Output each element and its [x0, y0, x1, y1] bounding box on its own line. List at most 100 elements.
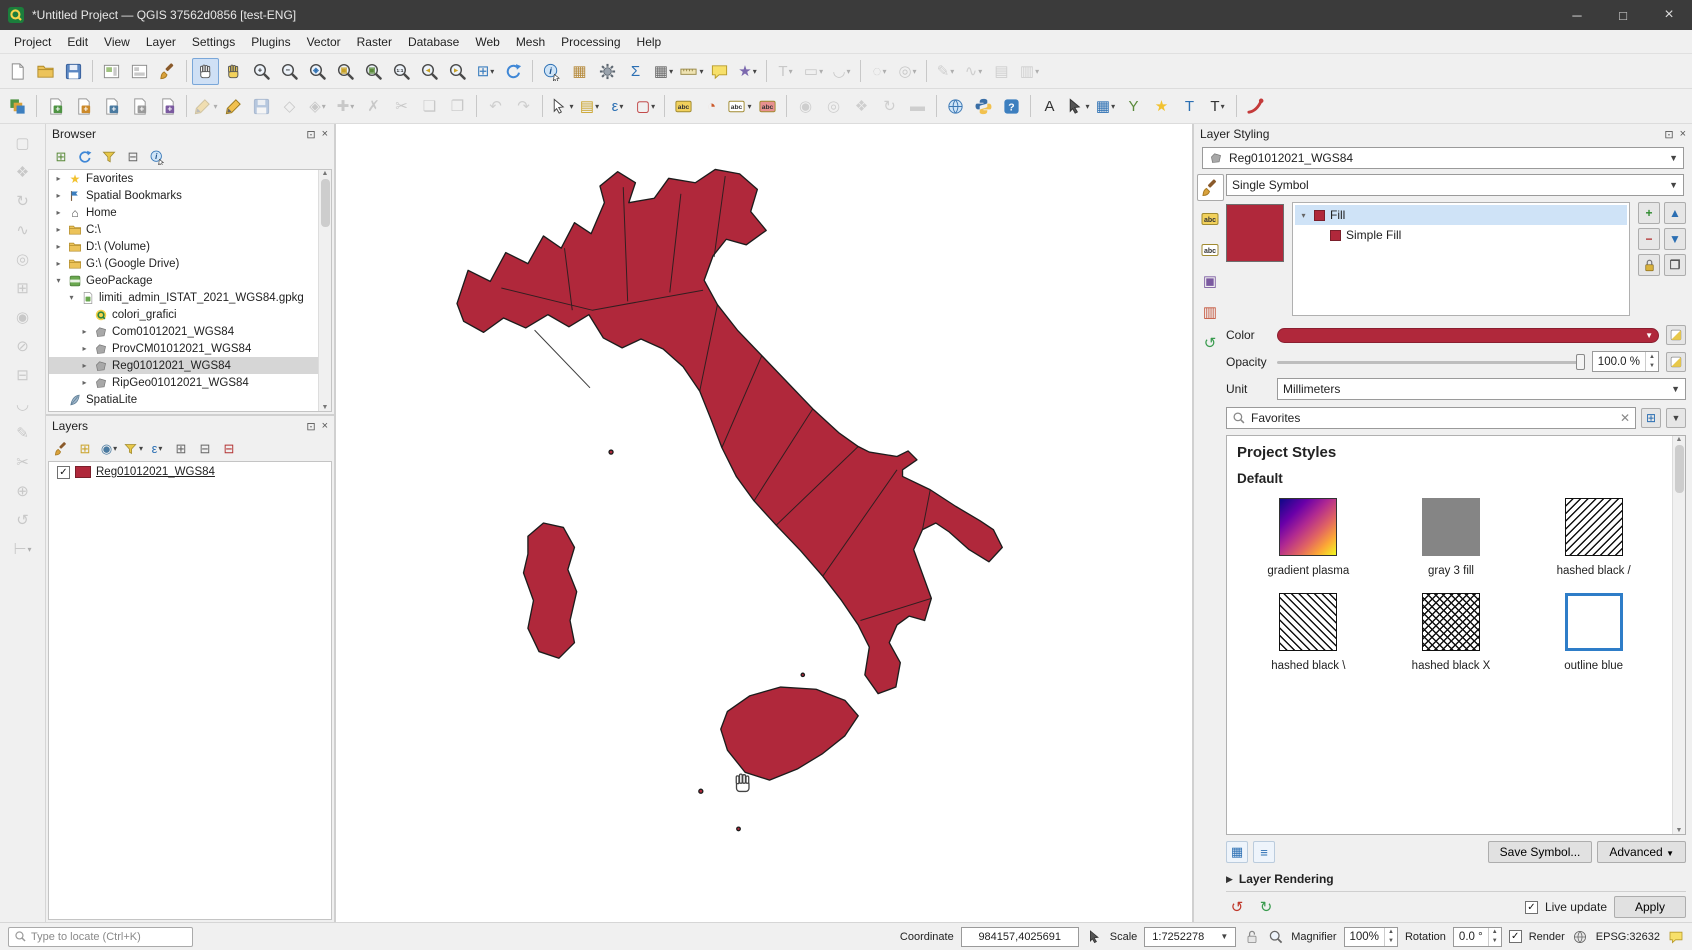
expander-right-icon[interactable]: ▸ [53, 242, 64, 251]
identify-features[interactable]: i [538, 58, 565, 85]
expander-down-icon[interactable]: ▾ [53, 276, 64, 285]
symbol-tree-item-simple-fill[interactable]: Simple Fill [1295, 225, 1627, 245]
menu-raster[interactable]: Raster [349, 32, 400, 52]
float-panel-icon[interactable]: ⊡ [306, 420, 315, 433]
measure[interactable]: ▾ [678, 58, 705, 85]
delete-selected[interactable]: ✗ [360, 93, 387, 120]
minimize-button[interactable]: ─ [1554, 0, 1600, 30]
scroll-down-icon[interactable]: ▼ [1676, 827, 1683, 834]
project-open[interactable] [32, 58, 59, 85]
add-text[interactable]: T [1176, 93, 1203, 120]
spin-up-icon[interactable]: ▲ [1646, 352, 1658, 362]
vertex-editor[interactable]: ✎▾ [932, 58, 959, 85]
text-annotation[interactable]: T▾ [772, 58, 799, 85]
refresh-map[interactable] [500, 58, 527, 85]
advanced-button[interactable]: Advanced ▼ [1597, 841, 1686, 863]
clear-search-icon[interactable]: ✕ [1620, 411, 1630, 425]
pin-unpin-labels[interactable]: ◉ [792, 93, 819, 120]
menu-vector[interactable]: Vector [299, 32, 349, 52]
expander-right-icon[interactable]: ▸ [53, 174, 64, 183]
layer-diagram-options[interactable]: ◔ [698, 93, 725, 120]
slider-handle[interactable] [1576, 354, 1585, 370]
zoom-to-selection[interactable]: ▣ [332, 58, 359, 85]
add-polygon-feature[interactable]: ◇ [276, 93, 303, 120]
reshape-features[interactable]: ✎ [9, 420, 36, 447]
apply-button[interactable]: Apply [1614, 896, 1686, 918]
style-gradient-plasma[interactable]: gradient plasma [1267, 498, 1349, 577]
data-defined-override-button[interactable] [1666, 325, 1686, 345]
list-view-toggle[interactable]: ≡ [1253, 841, 1275, 863]
expander-down-icon[interactable]: ▾ [1298, 211, 1309, 220]
offset-curve[interactable]: ◡ [9, 391, 36, 418]
new-shapefile-layer[interactable]: + [70, 93, 97, 120]
layer-labeling-options[interactable]: abc [670, 93, 697, 120]
project-save[interactable] [60, 58, 87, 85]
browser-item-provcm01012021-wgs84[interactable]: ▸ProvCM01012021_WGS84 [49, 340, 331, 357]
cut-features[interactable]: ✂ [388, 93, 415, 120]
scrollbar-thumb[interactable] [1675, 445, 1684, 493]
show-hide-labels[interactable]: ◎ [820, 93, 847, 120]
data-defined-override-button[interactable] [1666, 352, 1686, 372]
new-virtual-layer[interactable]: + [154, 93, 181, 120]
duplicate-symbol-layer[interactable]: ❐ [1664, 254, 1686, 276]
style-gray-3-fill[interactable]: gray 3 fill [1422, 498, 1480, 577]
scroll-up-icon[interactable]: ▲ [322, 170, 329, 177]
vertex-tool[interactable]: ◈▾ [304, 93, 331, 120]
browser-item-spatialite[interactable]: SpatiaLite [49, 391, 331, 408]
lock-symbol-color[interactable] [1638, 254, 1660, 276]
move-symbol-layer-down[interactable]: ▼ [1664, 228, 1686, 250]
save-style-button[interactable]: ⊞ [1641, 408, 1661, 428]
pin-labels[interactable]: ◌▾ [866, 58, 893, 85]
menu-plugins[interactable]: Plugins [243, 32, 298, 52]
delete-ring[interactable]: ⊘ [9, 333, 36, 360]
deselect-all[interactable]: ▢▾ [632, 93, 659, 120]
expander-right-icon[interactable]: ▸ [53, 208, 64, 217]
toggle-extents-icon[interactable] [1086, 928, 1103, 945]
python-console[interactable] [970, 93, 997, 120]
simplify-feature[interactable]: ∿ [9, 217, 36, 244]
new-bookmark[interactable]: ★▾ [734, 58, 761, 85]
move-tool[interactable]: ❖ [9, 159, 36, 186]
toggle-editing[interactable] [220, 93, 247, 120]
change-label-properties[interactable]: ▬ [904, 93, 931, 120]
expander-right-icon[interactable]: ▸ [79, 361, 90, 370]
paste-features[interactable]: ❐ [444, 93, 471, 120]
browser-item-com01012021-wgs84[interactable]: ▸Com01012021_WGS84 [49, 323, 331, 340]
spin-down-icon[interactable]: ▼ [1646, 362, 1658, 372]
menu-edit[interactable]: Edit [59, 32, 96, 52]
select-features[interactable]: ▾ [548, 93, 575, 120]
spin-up-icon[interactable]: ▲ [1489, 928, 1501, 937]
text-format[interactable]: T▾ [1204, 93, 1231, 120]
spin-up-icon[interactable]: ▲ [1385, 928, 1397, 937]
spin-down-icon[interactable]: ▼ [1385, 937, 1397, 946]
zoom-native-resolution[interactable]: 1:1 [388, 58, 415, 85]
crs-globe-icon[interactable] [1572, 928, 1589, 945]
menu-layer[interactable]: Layer [138, 32, 184, 52]
browser-item-home[interactable]: ▸⌂Home [49, 204, 331, 221]
zoom-full-extent[interactable]: ◈ [304, 58, 331, 85]
svg-annotation[interactable]: ◡▾ [828, 58, 855, 85]
menu-help[interactable]: Help [629, 32, 670, 52]
scale-combo[interactable]: 1:7252278 ▼ [1144, 927, 1236, 947]
tab-masks[interactable]: abc [1197, 236, 1224, 263]
undo-style-button[interactable]: ↺ [1226, 896, 1248, 918]
style-manager[interactable] [154, 58, 181, 85]
icon-view-toggle[interactable]: ▦ [1226, 841, 1248, 863]
render-checkbox[interactable]: ✓ [1509, 930, 1522, 943]
copy-features[interactable]: ❏ [416, 93, 443, 120]
rotate-label[interactable]: ↻ [876, 93, 903, 120]
add-symbol-layer[interactable]: + [1638, 202, 1660, 224]
field-calculator[interactable]: ▦ [566, 58, 593, 85]
zoom-next[interactable]: ▸ [444, 58, 471, 85]
spin-down-icon[interactable]: ▼ [1489, 937, 1501, 946]
expander-right-icon[interactable]: ▸ [79, 344, 90, 353]
style-search-input[interactable]: Favorites ✕ [1226, 407, 1636, 429]
pan-map[interactable] [192, 58, 219, 85]
run-feature-action[interactable] [594, 58, 621, 85]
zoom-to-layer[interactable]: ▣ [360, 58, 387, 85]
add-ring[interactable]: ◎ [9, 246, 36, 273]
magnifier-spinbox[interactable]: 100% ▲▼ [1344, 927, 1398, 947]
help-contents[interactable]: ? [998, 93, 1025, 120]
move-label[interactable]: ▤ [988, 58, 1015, 85]
expander-down-icon[interactable]: ▾ [66, 293, 77, 302]
